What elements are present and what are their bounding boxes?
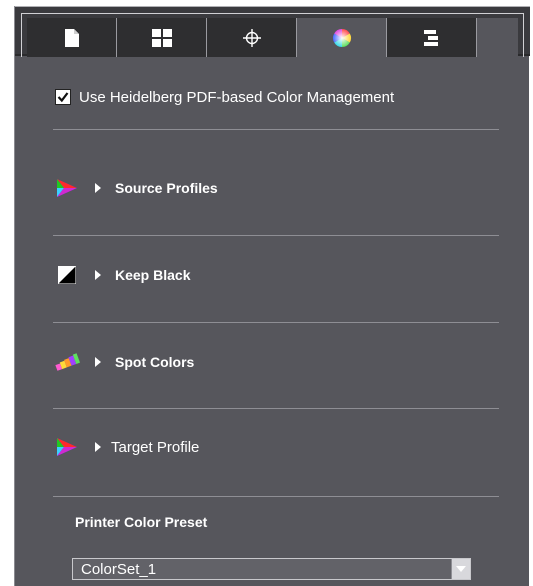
- divider: [53, 408, 499, 409]
- checkmark-icon: [57, 92, 69, 103]
- printer-preset-label: Printer Color Preset: [75, 514, 208, 530]
- expand-arrow-icon: [95, 357, 101, 367]
- chevron-down-icon: [456, 566, 466, 572]
- tab-bar: [15, 6, 530, 57]
- section-title: Spot Colors: [115, 354, 195, 370]
- section-title: Keep Black: [115, 267, 191, 283]
- section-title: Target Profile: [111, 438, 200, 456]
- expand-arrow-icon: [95, 442, 101, 452]
- align-bars-icon: [423, 29, 438, 46]
- crosshair-icon: [242, 28, 261, 47]
- divider: [53, 496, 499, 497]
- printer-preset-select[interactable]: ColorSet_1: [72, 558, 471, 580]
- section-target-profile[interactable]: Target Profile: [53, 432, 199, 462]
- tab-marks[interactable]: [207, 18, 297, 57]
- tab-layout[interactable]: [117, 18, 207, 57]
- color-gamut-icon: [53, 176, 81, 200]
- color-wheel-icon: [332, 28, 351, 47]
- expand-arrow-icon: [95, 183, 101, 193]
- color-swatches-icon: [53, 350, 81, 374]
- layout-grid-icon: [151, 28, 172, 47]
- tab-align[interactable]: [387, 18, 477, 57]
- dropdown-button[interactable]: [451, 559, 470, 579]
- section-spot-colors[interactable]: Spot Colors: [53, 347, 194, 377]
- color-management-option[interactable]: Use Heidelberg PDF-based Color Managemen…: [55, 86, 394, 108]
- keep-black-icon: [53, 263, 81, 287]
- section-keep-black[interactable]: Keep Black: [53, 260, 190, 290]
- expand-arrow-icon: [95, 270, 101, 280]
- color-management-label: Use Heidelberg PDF-based Color Managemen…: [79, 88, 395, 106]
- section-title: Source Profiles: [115, 180, 218, 196]
- tab-empty: [477, 18, 518, 57]
- section-source-profiles[interactable]: Source Profiles: [53, 173, 218, 203]
- printer-preset-value: ColorSet_1: [81, 560, 157, 578]
- divider: [53, 129, 499, 130]
- color-gamut-icon: [53, 435, 81, 459]
- tab-document[interactable]: [27, 18, 117, 57]
- divider: [53, 235, 499, 236]
- color-settings-panel: Use Heidelberg PDF-based Color Managemen…: [14, 6, 530, 586]
- tab-color[interactable]: [297, 18, 387, 57]
- divider: [53, 322, 499, 323]
- document-icon: [64, 28, 79, 47]
- color-management-checkbox[interactable]: [55, 89, 71, 105]
